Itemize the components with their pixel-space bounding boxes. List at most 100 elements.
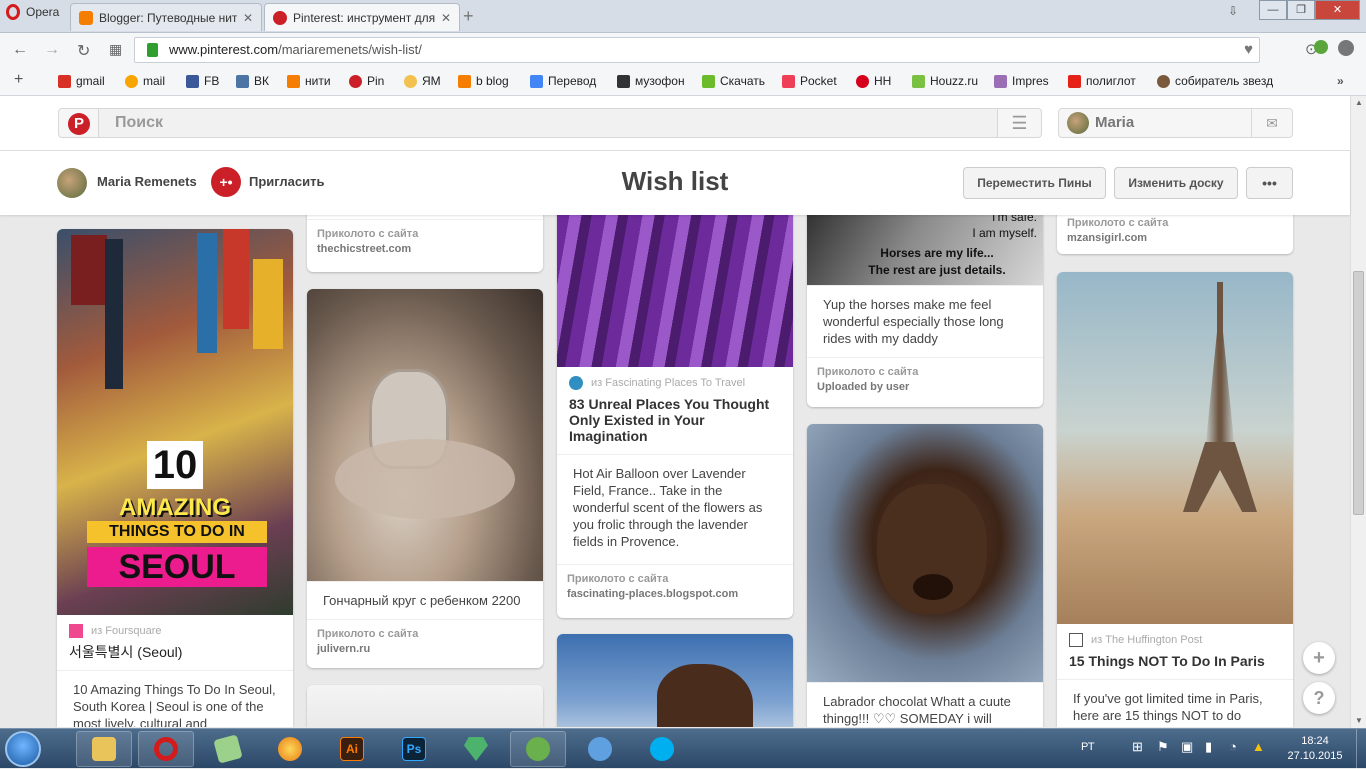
more-options-button[interactable]: ••• (1246, 167, 1293, 199)
pin-site-link[interactable]: julivern.ru (317, 643, 533, 655)
pin-source[interactable]: из Fascinating Places To Travel (557, 367, 793, 390)
more-bookmarks-icon[interactable]: » (1337, 74, 1344, 88)
device-icon[interactable]: ▣ (1181, 739, 1193, 755)
opera-menu-button[interactable]: Opera (0, 0, 68, 24)
pin-next-col2[interactable] (307, 685, 543, 727)
signal-icon[interactable]: ▮ (1205, 739, 1212, 755)
add-pin-button[interactable]: + (1303, 642, 1335, 674)
bookmark-skachat[interactable]: Скачать (702, 74, 765, 88)
bookmark-muzofon[interactable]: музофон (617, 74, 685, 88)
windows-start-button[interactable] (5, 731, 41, 767)
drive-icon[interactable]: ▲ (1252, 739, 1265, 754)
pin-source[interactable]: из The Huffington Post (1057, 624, 1293, 647)
pottery-image[interactable] (307, 289, 543, 581)
address-bar[interactable]: www.pinterest.com/mariaremenets/wish-lis… (134, 37, 1260, 63)
horse-sky-image[interactable] (557, 634, 793, 727)
heart-icon[interactable]: ♥ (1244, 38, 1253, 62)
bookmark-poliglot[interactable]: полиглот (1068, 74, 1136, 88)
extension-icon[interactable] (1314, 40, 1328, 54)
horses-quote-image[interactable]: I'm safe. I am myself. Horses are my lif… (807, 215, 1043, 285)
pin-mzansi[interactable]: Приколото с сайта mzansigirl.com (1057, 215, 1293, 254)
minimize-button[interactable]: — (1259, 0, 1287, 20)
taskbar-illustrator[interactable]: Ai (324, 731, 380, 767)
scroll-thumb[interactable] (1353, 271, 1364, 515)
taskbar-skype[interactable] (634, 731, 690, 767)
bookmark-gmail[interactable]: gmail (58, 74, 105, 88)
reload-icon[interactable]: ↻ (77, 41, 90, 61)
labrador-image[interactable] (807, 424, 1043, 682)
pin-site-link[interactable]: thechicstreet.com (317, 243, 533, 255)
bookmark-perevod[interactable]: Перевод (530, 74, 596, 88)
bookmark-b-blog[interactable]: b blog (458, 74, 509, 88)
move-pins-button[interactable]: Переместить Пины (963, 167, 1106, 199)
pin-horse-sky[interactable] (557, 634, 793, 727)
pinterest-logo-button[interactable]: P (58, 108, 98, 138)
bookmark-vk[interactable]: ВК (236, 74, 269, 88)
pin-pottery[interactable]: Гончарный круг с ребенком 2200 Приколото… (307, 289, 543, 668)
edit-board-button[interactable]: Изменить доску (1114, 167, 1238, 199)
bookmark-pin[interactable]: Pin (349, 74, 384, 88)
new-tab-button[interactable]: + (463, 6, 474, 27)
bookmark-ym[interactable]: ЯМ (404, 74, 441, 88)
pin-site-link[interactable]: fascinating-places.blogspot.com (567, 588, 783, 600)
pin-labrador[interactable]: Labrador chocolat Whatt a cuute thingg!!… (807, 424, 1043, 727)
tab-pinterest[interactable]: Pinterest: инструмент для ✕ (264, 3, 460, 31)
sync-icon[interactable]: ◔ (1229, 739, 1237, 754)
taskbar-notes[interactable] (200, 731, 256, 767)
bookmark-sobiratel[interactable]: собиратель звезд (1157, 74, 1273, 88)
taskbar-explorer[interactable] (76, 731, 132, 767)
menu-icon[interactable]: ☰ (997, 108, 1042, 138)
close-window-button[interactable]: ✕ (1315, 0, 1360, 20)
notifications-icon[interactable]: ✉ (1251, 108, 1293, 138)
bookmark-mail[interactable]: mail (125, 74, 165, 88)
help-button[interactable]: ? (1303, 682, 1335, 714)
add-bookmark-icon[interactable]: + (14, 71, 23, 89)
pin-site-link[interactable]: Uploaded by user (817, 381, 1033, 393)
language-indicator[interactable]: РТ (1081, 741, 1095, 753)
taskbar-volume[interactable] (572, 731, 628, 767)
pin-chicstreet[interactable]: Приколото с сайта thechicstreet.com (307, 215, 543, 272)
taskbar-photoshop[interactable]: Ps (386, 731, 442, 767)
show-desktop-button[interactable] (1356, 729, 1366, 769)
tab-blogger[interactable]: Blogger: Путеводные нит ✕ (70, 3, 262, 31)
pin-description: If you've got limited time in Paris, her… (1057, 679, 1293, 727)
taskbar-utorrent[interactable] (510, 731, 566, 767)
pin-lavender[interactable]: из Fascinating Places To Travel 83 Unrea… (557, 215, 793, 618)
windows-flag-icon[interactable]: ⊞ (1132, 739, 1143, 755)
close-icon[interactable]: ✕ (243, 11, 253, 25)
seoul-street-image[interactable]: 10 AMAZING THINGS TO DO IN SEOUL (57, 229, 293, 615)
flag-icon[interactable]: ⚑ (1157, 739, 1169, 755)
pin-title[interactable]: 83 Unreal Places You Thought Only Existe… (557, 390, 793, 454)
paris-image[interactable] (1057, 272, 1293, 624)
bookmark-hh[interactable]: НН (856, 74, 891, 88)
maximize-button[interactable]: ❐ (1287, 0, 1315, 20)
taskbar-opera[interactable] (138, 731, 194, 767)
bookmark-fb[interactable]: FB (186, 74, 219, 88)
page-scrollbar[interactable]: ▲ ▼ (1350, 96, 1366, 728)
pin-title[interactable]: 15 Things NOT To Do In Paris (1057, 647, 1293, 679)
pin-site-link[interactable]: mzansigirl.com (1067, 232, 1283, 244)
pin-title[interactable]: 서울특별시 (Seoul) (57, 638, 293, 670)
taskbar-gem[interactable] (448, 731, 504, 767)
back-icon[interactable]: ← (12, 41, 28, 59)
speed-dial-icon[interactable]: ▦ (109, 41, 122, 58)
bookmark-niti[interactable]: нити (287, 74, 331, 88)
close-icon[interactable]: ✕ (441, 11, 451, 25)
taskbar-ball[interactable] (262, 731, 318, 767)
pin-source[interactable]: из Foursquare (57, 615, 293, 638)
user-profile-button[interactable]: Maria (1058, 108, 1252, 138)
pin-paris[interactable]: из The Huffington Post 15 Things NOT To … (1057, 272, 1293, 727)
tab-menu-icon[interactable]: ⇩ (1228, 4, 1238, 18)
bookmark-houzz[interactable]: Houzz.ru (912, 74, 978, 88)
user-extension-icon[interactable] (1338, 40, 1354, 56)
bookmark-pocket[interactable]: Pocket (782, 74, 837, 88)
search-input[interactable]: Поиск (98, 108, 998, 138)
system-clock[interactable]: 18:24 27.10.2015 (1280, 734, 1350, 764)
forward-icon[interactable]: → (44, 41, 60, 59)
scroll-down-icon[interactable]: ▼ (1355, 716, 1363, 725)
scroll-up-icon[interactable]: ▲ (1355, 98, 1363, 107)
pin-seoul[interactable]: 10 AMAZING THINGS TO DO IN SEOUL из Four… (57, 229, 293, 727)
pin-horses-quote[interactable]: I'm safe. I am myself. Horses are my lif… (807, 215, 1043, 407)
lavender-image[interactable] (557, 215, 793, 367)
bookmark-impres[interactable]: Impres (994, 74, 1049, 88)
